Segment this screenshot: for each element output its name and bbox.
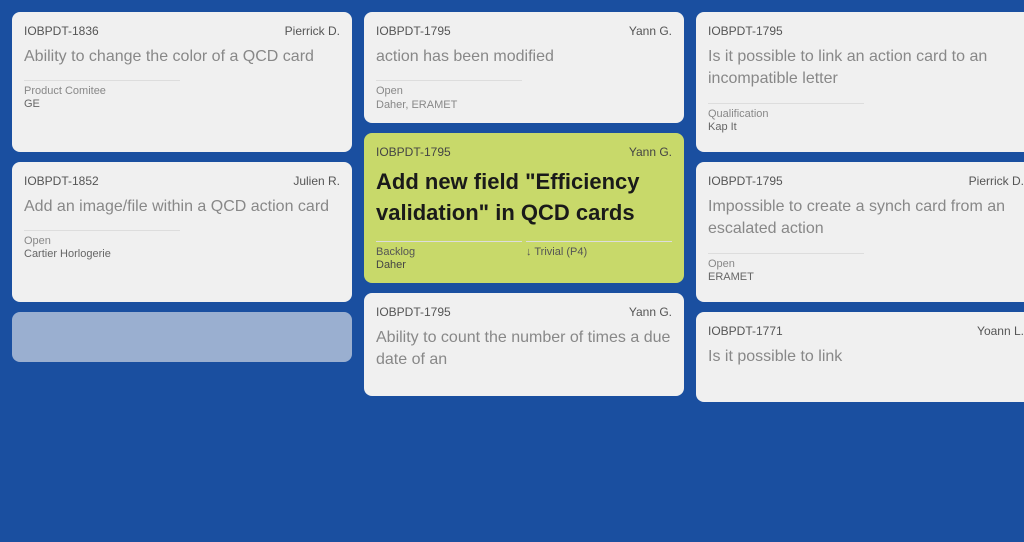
- card-footer: Product Comitee GE: [24, 80, 340, 110]
- card-action-modified[interactable]: IOBPDT-1795 Yann G. action has been modi…: [364, 12, 684, 123]
- card-footer: Open ERAMET: [708, 253, 1024, 283]
- card-id: IOBPDT-1852: [24, 174, 99, 188]
- card-title: Is it possible to link an action card to…: [708, 46, 1024, 91]
- card-header: IOBPDT-1795 Yann G.: [376, 24, 672, 38]
- footer-col1: Backlog Daher: [376, 241, 522, 271]
- card-id: IOBPDT-1795: [376, 305, 451, 319]
- card-title: Is it possible to link: [708, 346, 1024, 368]
- card-header: IOBPDT-1795 Yann G.: [376, 145, 672, 159]
- card-title: Ability to count the number of times a d…: [376, 327, 672, 372]
- card-header: IOBPDT-1771 Yoann L.: [708, 324, 1024, 338]
- footer-value-1: Kap It: [708, 121, 864, 133]
- column-2: IOBPDT-1795 Yann G. action has been modi…: [364, 12, 684, 396]
- card-efficiency-validation[interactable]: IOBPDT-1795 Yann G. Add new field "Effic…: [364, 133, 684, 283]
- footer-col1: Product Comitee GE: [24, 80, 180, 110]
- card-assignee: Julien R.: [293, 174, 340, 188]
- card-title: action has been modified: [376, 46, 672, 68]
- footer-col1: Qualification Kap It: [708, 103, 864, 133]
- card-footer: Open: [376, 80, 672, 97]
- card-iobpdt-1852[interactable]: IOBPDT-1852 Julien R. Add an image/file …: [12, 162, 352, 302]
- footer-label-1: Open: [708, 258, 864, 270]
- card-assignee: Yoann L.: [977, 324, 1024, 338]
- card-footer: Qualification Kap It: [708, 103, 1024, 133]
- column-1: IOBPDT-1836 Pierrick D. Ability to chang…: [12, 12, 352, 362]
- card-assignee: Yann G.: [629, 145, 672, 159]
- footer-label-open: Open: [376, 85, 522, 97]
- card-header: IOBPDT-1852 Julien R.: [24, 174, 340, 188]
- card-id: IOBPDT-1795: [708, 174, 783, 188]
- card-id: IOBPDT-1795: [708, 24, 783, 38]
- card-footer: Open Cartier Horlogerie: [24, 230, 340, 260]
- footer-label-1: Qualification: [708, 108, 864, 120]
- card-title: Add an image/file within a QCD action ca…: [24, 196, 340, 218]
- footer-label-1: Open: [24, 235, 180, 247]
- card-title: Ability to change the color of a QCD car…: [24, 46, 340, 68]
- card-link-partial[interactable]: IOBPDT-1771 Yoann L. Is it possible to l…: [696, 312, 1024, 402]
- card-synch-escalated[interactable]: IOBPDT-1795 Pierrick D. Impossible to cr…: [696, 162, 1024, 302]
- footer-col1: Open Cartier Horlogerie: [24, 230, 180, 260]
- footer-priority: ↓ Trivial (P4): [526, 246, 672, 258]
- card-assignee: Pierrick D.: [969, 174, 1024, 188]
- card-header: IOBPDT-1795: [708, 24, 1024, 38]
- kanban-board: IOBPDT-1836 Pierrick D. Ability to chang…: [0, 0, 1024, 542]
- card-id: IOBPDT-1771: [708, 324, 783, 338]
- card-id: IOBPDT-1795: [376, 24, 451, 38]
- footer-value-1: ERAMET: [708, 271, 864, 283]
- footer-companies: Daher, ERAMET: [376, 99, 672, 111]
- card-iobpdt-1836[interactable]: IOBPDT-1836 Pierrick D. Ability to chang…: [12, 12, 352, 152]
- card-header: IOBPDT-1836 Pierrick D.: [24, 24, 340, 38]
- card-partial-1[interactable]: [12, 312, 352, 362]
- footer-label-backlog: Backlog: [376, 246, 522, 258]
- footer-value-daher: Daher: [376, 259, 522, 271]
- card-footer: Backlog Daher ↓ Trivial (P4): [376, 241, 672, 271]
- card-assignee: Pierrick D.: [285, 24, 340, 38]
- footer-value-1: Cartier Horlogerie: [24, 248, 180, 260]
- footer-col2: ↓ Trivial (P4): [526, 241, 672, 271]
- card-title: Add new field "Efficiency validation" in…: [376, 167, 672, 229]
- footer-label-1: Product Comitee: [24, 85, 180, 97]
- card-header: IOBPDT-1795 Yann G.: [376, 305, 672, 319]
- card-assignee: Yann G.: [629, 24, 672, 38]
- card-id: IOBPDT-1795: [376, 145, 451, 159]
- card-title: Impossible to create a synch card from a…: [708, 196, 1024, 241]
- column-3: IOBPDT-1795 Is it possible to link an ac…: [696, 12, 1024, 402]
- card-count-duedate[interactable]: IOBPDT-1795 Yann G. Ability to count the…: [364, 293, 684, 396]
- card-id: IOBPDT-1836: [24, 24, 99, 38]
- footer-col1: Open ERAMET: [708, 253, 864, 283]
- card-incompatible-letter[interactable]: IOBPDT-1795 Is it possible to link an ac…: [696, 12, 1024, 152]
- footer-value-1: GE: [24, 98, 180, 110]
- card-assignee: Yann G.: [629, 305, 672, 319]
- card-header: IOBPDT-1795 Pierrick D.: [708, 174, 1024, 188]
- footer-col1: Open: [376, 80, 522, 97]
